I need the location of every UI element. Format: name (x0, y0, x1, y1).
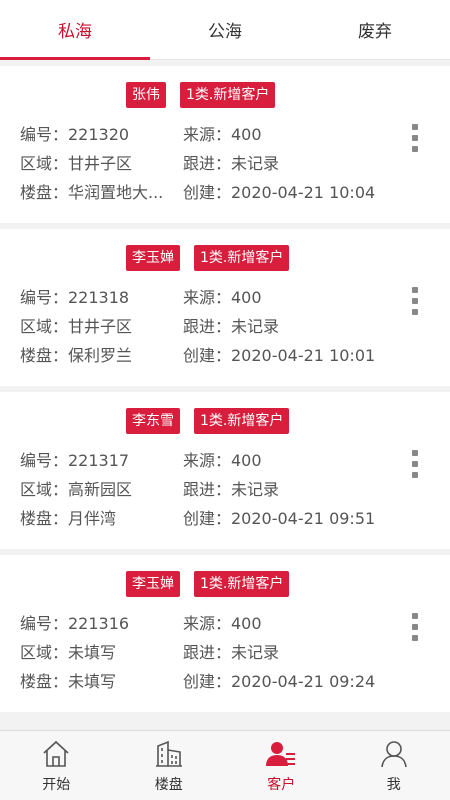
more-options-icon[interactable] (410, 287, 420, 315)
customer-area: 区域：甘井子区 (20, 153, 133, 173)
nav-item-customers[interactable]: 客户 (225, 731, 338, 800)
customer-area: 区域：未填写 (20, 642, 117, 662)
customer-property: 楼盘：保利罗兰 (20, 345, 133, 365)
customer-id: 编号：221316 (20, 613, 130, 633)
customer-card[interactable]: 李玉婵 1类.新增客户 编号：221316 来源：400 区域：未填写 跟进：未记录… (0, 555, 450, 712)
customer-type-badge: 1类.新增客户 (180, 82, 276, 108)
top-tabs: 私海 公海 废弃 (0, 0, 450, 60)
customer-created: 创建：2020-04-21 09:51 (183, 508, 376, 528)
nav-label: 客户 (267, 777, 296, 793)
customer-created: 创建：2020-04-21 10:04 (183, 182, 376, 202)
customer-created: 创建：2020-04-21 10:01 (183, 345, 376, 365)
customer-created: 创建：2020-04-21 09:24 (183, 671, 376, 691)
customer-property: 楼盘：未填写 (20, 671, 117, 691)
customer-source: 来源：400 (183, 613, 262, 633)
nav-item-buildings[interactable]: 楼盘 (113, 731, 226, 800)
tab-discarded[interactable]: 废弃 (300, 0, 450, 59)
customer-name-badge: 李玉婵 (126, 571, 180, 597)
more-options-icon[interactable] (410, 450, 420, 478)
customer-name-badge: 李玉婵 (126, 245, 180, 271)
nav-label: 楼盘 (154, 777, 183, 793)
customer-followup: 跟进：未记录 (183, 479, 280, 499)
customer-type-badge: 1类.新增客户 (194, 571, 290, 597)
more-options-icon[interactable] (410, 613, 420, 641)
customer-source: 来源：400 (183, 287, 262, 307)
customer-area: 区域：甘井子区 (20, 316, 133, 336)
tab-private[interactable]: 私海 (0, 0, 150, 60)
more-options-icon[interactable] (410, 124, 420, 152)
customer-name-badge: 张伟 (126, 82, 166, 108)
customer-type-badge: 1类.新增客户 (194, 408, 290, 434)
nav-item-home[interactable]: 开始 (0, 731, 113, 800)
customer-followup: 跟进：未记录 (183, 642, 280, 662)
nav-item-me[interactable]: 我 (338, 731, 450, 800)
customer-list[interactable]: 张伟 1类.新增客户 编号：221320 来源：400 区域：甘井子区 跟进：未记录… (0, 66, 450, 730)
customer-followup: 跟进：未记录 (183, 316, 280, 336)
customer-followup: 跟进：未记录 (183, 153, 280, 173)
nav-label: 我 (386, 777, 401, 793)
customer-id: 编号：221320 (20, 124, 130, 144)
customer-id: 编号：221318 (20, 287, 130, 307)
tab-public[interactable]: 公海 (150, 0, 300, 59)
customer-icon (266, 742, 296, 766)
user-icon (380, 741, 407, 768)
building-icon (155, 740, 182, 767)
home-icon (43, 740, 69, 767)
customer-type-badge: 1类.新增客户 (194, 245, 290, 271)
customer-source: 来源：400 (183, 124, 262, 144)
customer-source: 来源：400 (183, 450, 262, 470)
customer-card[interactable]: 张伟 1类.新增客户 编号：221320 来源：400 区域：甘井子区 跟进：未记录… (0, 66, 450, 223)
nav-label: 开始 (42, 777, 71, 793)
customer-card[interactable]: 李玉婵 1类.新增客户 编号：221318 来源：400 区域：甘井子区 跟进：未记… (0, 229, 450, 386)
customer-area: 区域：高新园区 (20, 479, 133, 499)
bottom-nav: 开始 楼盘 客户 我 (0, 730, 450, 800)
customer-property: 楼盘：华润置地大... (20, 182, 164, 202)
customer-card[interactable]: 李东雪 1类.新增客户 编号：221317 来源：400 区域：高新园区 跟进：未记… (0, 392, 450, 549)
customer-id: 编号：221317 (20, 450, 130, 470)
customer-name-badge: 李东雪 (126, 408, 180, 434)
customer-property: 楼盘：月伴湾 (20, 508, 117, 528)
